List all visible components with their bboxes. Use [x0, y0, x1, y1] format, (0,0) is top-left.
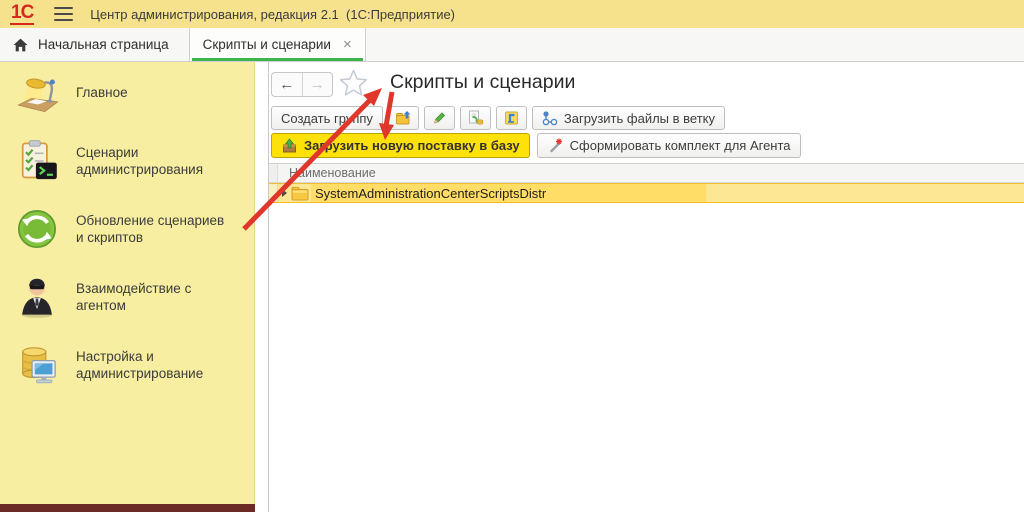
- sidebar-item-label: Взаимодействие с агентом: [76, 280, 192, 313]
- 1c-logo: 1С: [10, 2, 34, 25]
- upload-files-label: Загрузить файлы в ветку: [563, 110, 715, 126]
- hamburger-menu-icon[interactable]: [54, 7, 74, 21]
- row-gutter: [269, 184, 278, 202]
- create-group-folder-button[interactable]: [387, 106, 419, 130]
- scripts-clipboard-icon: [21, 140, 57, 180]
- pencil-icon: [433, 112, 445, 124]
- toolbar-row-1: Создать группу Загрузить файлы в ветку: [271, 106, 725, 130]
- sidebar-bottom-strip: [0, 504, 255, 512]
- tab-scripts-active[interactable]: Скрипты и сценарии ×: [188, 28, 366, 61]
- history-button[interactable]: [495, 106, 527, 130]
- back-button[interactable]: ←: [272, 73, 303, 96]
- expand-triangle-icon[interactable]: [278, 189, 290, 197]
- sidebar-item-label: Главное: [76, 85, 128, 101]
- tab-label: Скрипты и сценарии: [202, 37, 331, 52]
- create-group-label: Создать группу: [281, 110, 373, 126]
- crate-upload-icon: [283, 137, 296, 152]
- create-group-button[interactable]: Создать группу: [271, 106, 383, 130]
- tab-bar: Начальная страница Скрипты и сценарии ×: [0, 28, 1024, 62]
- load-new-distribution-label: Загрузить новую поставку в базу: [304, 138, 520, 153]
- home-icon: [13, 38, 28, 51]
- edit-button[interactable]: [423, 106, 455, 130]
- desk-lamp-icon: [17, 78, 59, 113]
- branch-icon: [542, 111, 558, 126]
- window-titlebar: 1С Центр администрирования, редакция 2.1…: [0, 0, 1024, 28]
- row-name-cell[interactable]: SystemAdministrationCenterScriptsDistr: [311, 184, 706, 202]
- table-column-header[interactable]: Наименование: [269, 163, 1024, 183]
- page-hook-icon: [504, 111, 518, 125]
- table-row-selected[interactable]: SystemAdministrationCenterScriptsDistr: [269, 183, 1024, 203]
- tab-home[interactable]: Начальная страница: [0, 28, 189, 61]
- folder-add-icon: [395, 111, 411, 125]
- load-file-to-db-button[interactable]: [459, 106, 491, 130]
- column-header-label: Наименование: [289, 166, 376, 180]
- forward-button[interactable]: →: [303, 73, 333, 96]
- sidebar-item-update-scripts[interactable]: Обновление сценариев и скриптов: [0, 207, 254, 251]
- sidebar-item-label: Сценарии администрирования: [76, 144, 204, 177]
- upload-files-to-branch-button[interactable]: Загрузить файлы в ветку: [531, 106, 725, 130]
- main-panel: ← → Скрипты и сценарии Создать группу За…: [268, 62, 1024, 512]
- update-refresh-icon: [17, 209, 57, 249]
- magic-wand-icon: [549, 138, 562, 152]
- sidebar-item-admin-scenarios[interactable]: Сценарии администрирования: [0, 139, 254, 183]
- sidebar-item-label: Обновление сценариев и скриптов: [76, 212, 225, 245]
- database-computer-icon: [21, 347, 56, 384]
- sidebar-item-settings-admin[interactable]: Настройка и администрирование: [0, 343, 254, 387]
- history-nav-group: ← →: [271, 72, 333, 97]
- favorite-star-icon[interactable]: [338, 68, 369, 104]
- sidebar-item-agent-interaction[interactable]: Взаимодействие с агентом: [0, 275, 254, 319]
- sidebar-item-label: Настройка и администрирование: [76, 348, 204, 381]
- toolbar-row-2: Загрузить новую поставку в базу Сформиро…: [271, 133, 801, 158]
- document-to-database-icon: [468, 110, 484, 125]
- agent-person-icon: [21, 278, 53, 318]
- sidebar-navigation: Главное Сценарии администрирования Обнов…: [0, 62, 255, 504]
- load-new-distribution-button[interactable]: Загрузить новую поставку в базу: [271, 133, 530, 158]
- build-agent-kit-label: Сформировать комплект для Агента: [569, 138, 791, 153]
- tab-close-icon[interactable]: ×: [343, 37, 352, 52]
- tab-home-label: Начальная страница: [38, 37, 169, 52]
- folder-icon: [291, 186, 309, 200]
- page-title: Скрипты и сценарии: [390, 71, 576, 93]
- build-agent-kit-button[interactable]: Сформировать комплект для Агента: [536, 133, 801, 158]
- sidebar-item-main[interactable]: Главное: [0, 71, 254, 115]
- table-gutter: [269, 164, 278, 182]
- window-title: Центр администрирования, редакция 2.1 (1…: [90, 6, 456, 22]
